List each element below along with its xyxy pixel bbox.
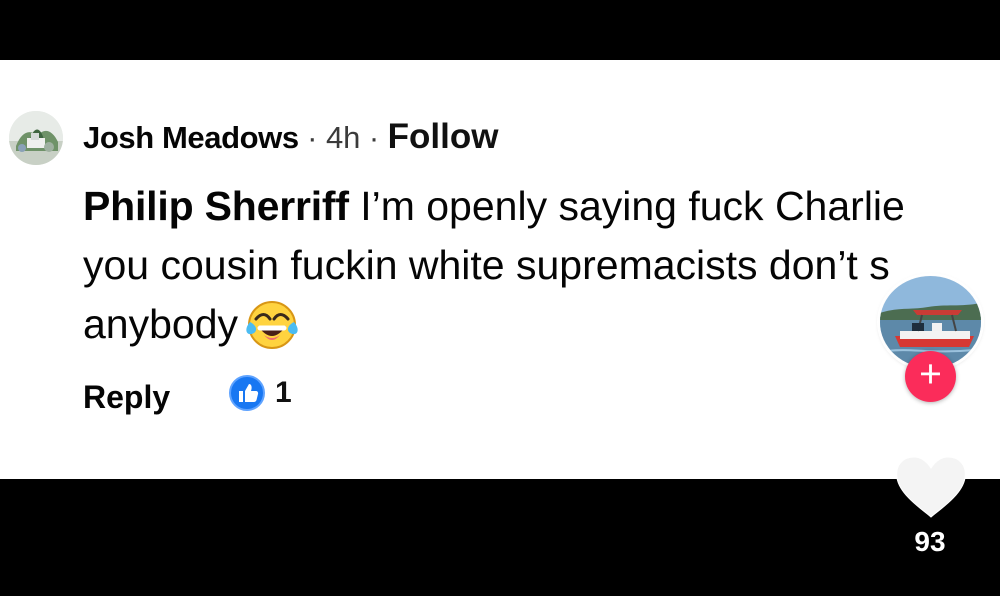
comment-line: anybody: [83, 295, 1000, 354]
mentioned-user[interactable]: Philip Sherriff: [83, 183, 349, 229]
author-name[interactable]: Josh Meadows: [83, 120, 299, 155]
heart-icon[interactable]: [895, 456, 967, 520]
thumbs-up-icon[interactable]: [229, 375, 265, 411]
comment-screenshot-card: Josh Meadows · 4h · Follow Philip Sherri…: [0, 60, 1000, 479]
comment-meta: Josh Meadows · 4h · Follow: [83, 112, 498, 162]
follow-creator-button[interactable]: +: [905, 351, 956, 402]
meta-separator: ·: [307, 120, 318, 155]
follow-button[interactable]: Follow: [388, 117, 499, 156]
face-with-tears-of-joy-icon: [246, 299, 298, 351]
comment-age: 4h: [325, 120, 361, 155]
commenter-avatar-image: [9, 111, 63, 165]
meta-separator: ·: [368, 120, 380, 155]
comment-line-text: I’m openly saying fuck Charlie: [348, 183, 905, 229]
comment-line: Philip Sherriff I’m openly saying fuck C…: [83, 177, 1000, 236]
comment-line: you cousin fuckin white supremacists don…: [83, 242, 890, 288]
commenter-avatar[interactable]: [9, 111, 63, 165]
comment-text: Philip Sherriff I’m openly saying fuck C…: [83, 177, 1000, 354]
comment-line-text: anybody: [83, 301, 239, 347]
reply-button[interactable]: Reply: [83, 379, 170, 415]
comment-actions: Reply 1: [83, 375, 292, 419]
reaction-count: 1: [275, 376, 292, 409]
like-count: 93: [914, 526, 946, 557]
video-frame: Josh Meadows · 4h · Follow Philip Sherri…: [0, 0, 1000, 596]
